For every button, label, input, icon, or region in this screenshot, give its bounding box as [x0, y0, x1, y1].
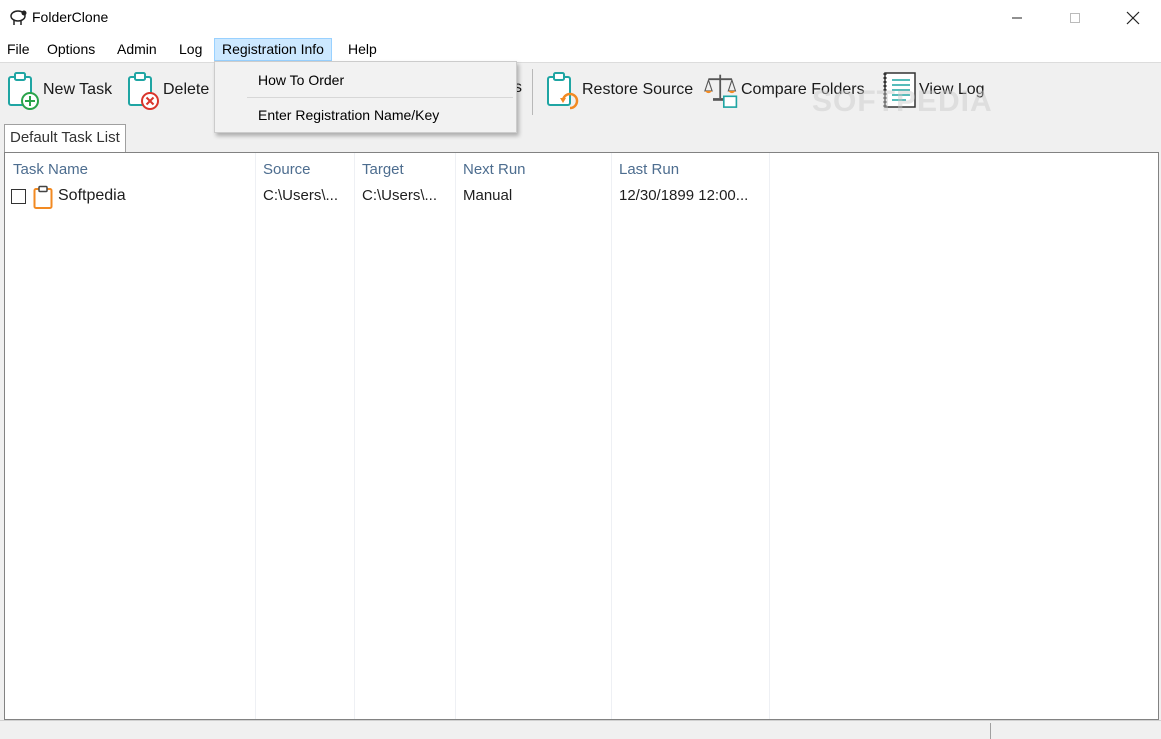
menu-item-enter-registration-key[interactable]: Enter Registration Name/Key [216, 100, 515, 130]
clipboard-restore-icon [547, 72, 579, 110]
cell-last-run: 12/30/1899 12:00... [619, 187, 749, 204]
toolbar: New Task Delete s Restore Source Compare… [0, 62, 1161, 120]
restore-source-button[interactable]: Restore Source [545, 67, 693, 113]
close-icon [1126, 11, 1140, 25]
column-divider [769, 153, 770, 719]
compare-folders-label: Compare Folders [741, 81, 865, 98]
delete-label: Delete [163, 81, 210, 98]
window-title: FolderClone [32, 9, 109, 25]
task-list-view: Task Name Source Target Next Run Last Ru… [4, 152, 1159, 720]
menu-options[interactable]: Options [40, 38, 102, 61]
view-log-label: View Log [919, 81, 985, 98]
cell-target: C:\Users\... [362, 187, 438, 204]
view-log-button[interactable]: View Log [882, 67, 985, 113]
tab-default-task-list[interactable]: Default Task List [4, 124, 126, 152]
status-bar [0, 720, 1161, 739]
title-bar: FolderClone [0, 0, 1161, 36]
menu-registration-info[interactable]: Registration Info [214, 38, 332, 61]
delete-button[interactable]: Delete [126, 67, 209, 113]
clipboard-add-icon [8, 72, 39, 110]
minimize-button[interactable] [988, 0, 1046, 36]
toolbar-separator [532, 69, 533, 115]
menu-log[interactable]: Log [172, 38, 209, 61]
clipboard-delete-icon [128, 72, 159, 110]
maximize-button[interactable] [1046, 0, 1104, 36]
column-divider [255, 153, 256, 719]
cell-task-name: Softpedia [58, 187, 126, 204]
maximize-icon [1070, 13, 1080, 23]
restore-source-label: Restore Source [582, 81, 694, 98]
column-divider [455, 153, 456, 719]
menu-admin[interactable]: Admin [110, 38, 164, 61]
menu-file[interactable]: File [0, 38, 37, 61]
new-task-button[interactable]: New Task [6, 67, 112, 113]
close-button[interactable] [1104, 0, 1161, 36]
minimize-icon [1012, 17, 1022, 19]
task-checkbox[interactable] [11, 189, 26, 204]
cell-next-run: Manual [463, 187, 513, 204]
column-divider [611, 153, 612, 719]
column-header-last-run[interactable]: Last Run [611, 157, 679, 183]
column-divider [354, 153, 355, 719]
status-pane-divider [990, 723, 991, 739]
column-header-next-run[interactable]: Next Run [455, 157, 526, 183]
sheep-app-icon [10, 10, 27, 25]
column-header-task-name[interactable]: Task Name [5, 157, 88, 183]
column-header-target[interactable]: Target [354, 157, 404, 183]
menu-separator [247, 97, 513, 98]
new-task-label: New Task [43, 81, 113, 98]
table-row[interactable]: Softpedia C:\Users\... C:\Users\... Manu… [5, 183, 1005, 211]
column-header-source[interactable]: Source [255, 157, 311, 183]
menu-item-how-to-order[interactable]: How To Order [216, 65, 515, 95]
log-document-icon [883, 72, 916, 108]
menu-bar: File Options Admin Log Registration Info… [0, 36, 1161, 62]
clipboard-icon [33, 185, 53, 209]
registration-info-dropdown: How To Order Enter Registration Name/Key [214, 61, 517, 133]
compare-folders-button[interactable]: Compare Folders [704, 67, 865, 113]
cell-source: C:\Users\... [263, 187, 339, 204]
scale-compare-icon [704, 74, 738, 108]
menu-help[interactable]: Help [341, 38, 384, 61]
